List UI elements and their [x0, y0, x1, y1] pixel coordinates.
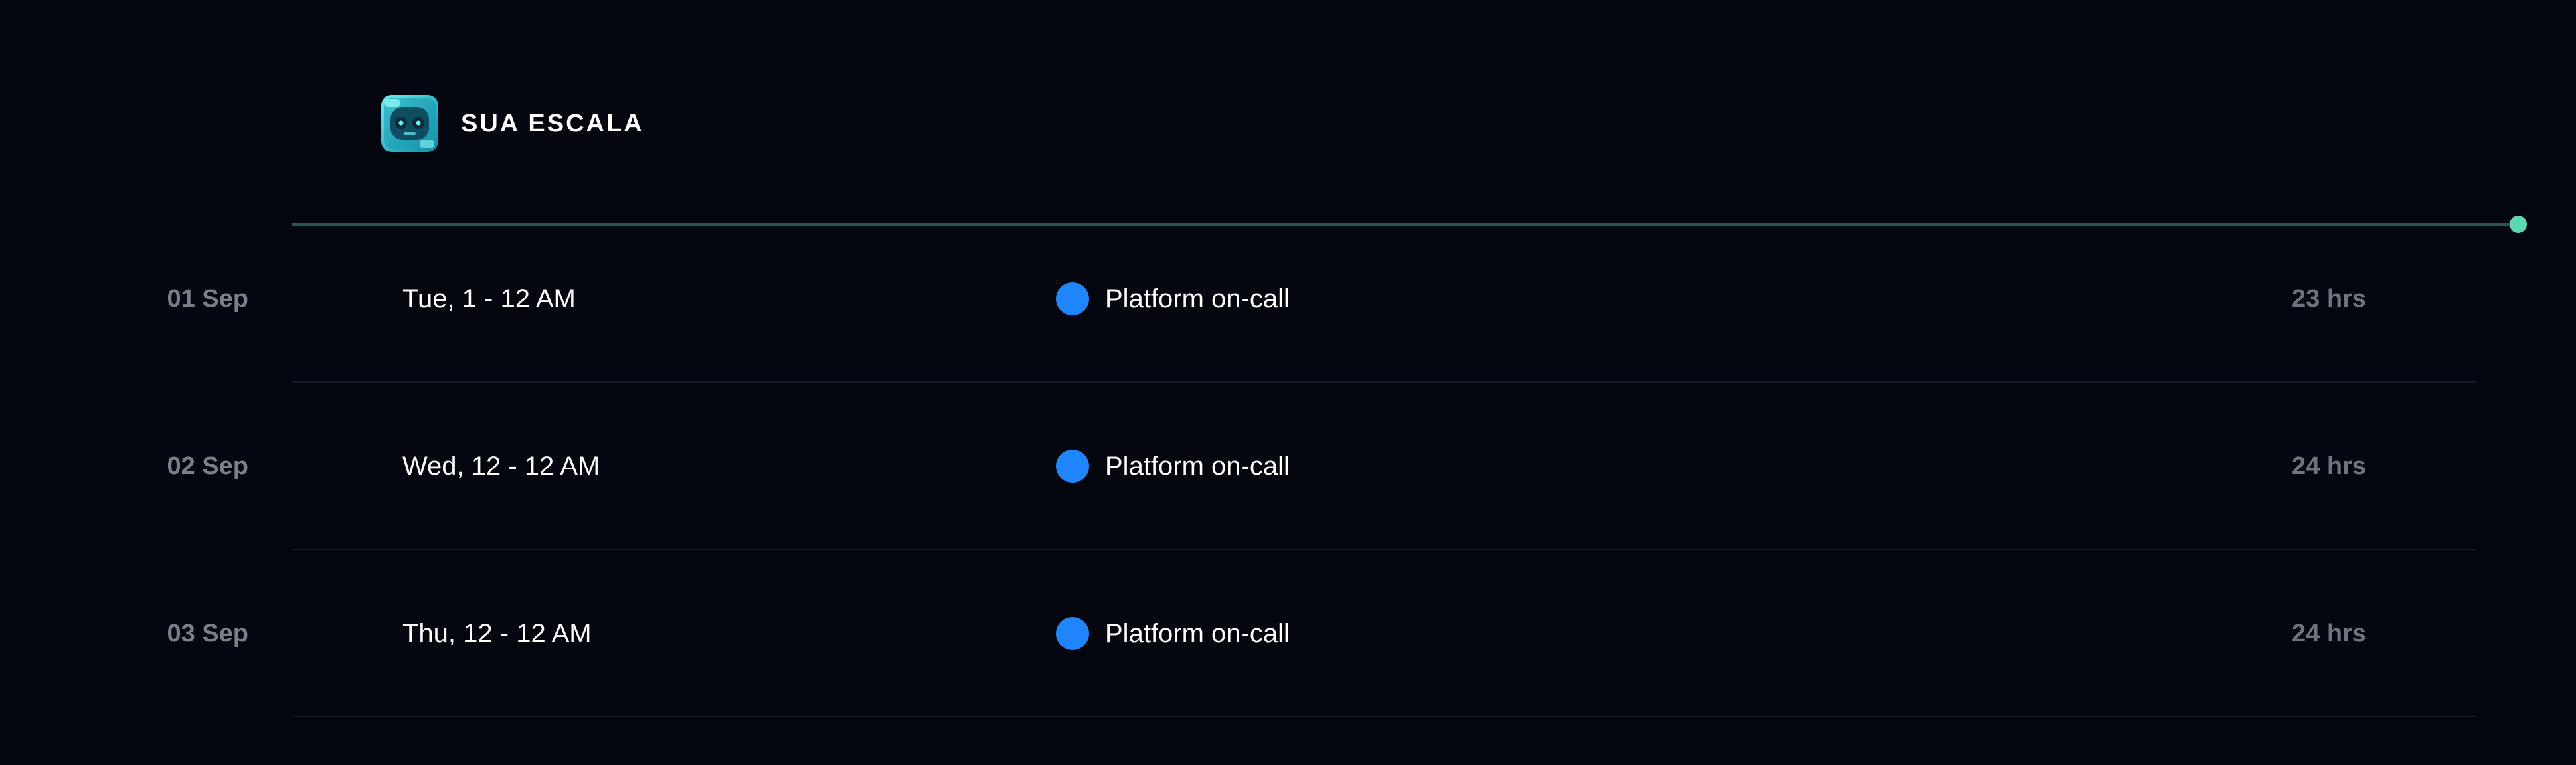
shift-color-dot-icon [1056, 617, 1089, 650]
shift-label: Platform on-call [1105, 284, 1290, 313]
schedule-header: SUA ESCALA [381, 95, 644, 152]
page-title: SUA ESCALA [461, 109, 644, 137]
row-date: 03 Sep [167, 619, 248, 647]
row-time-range: Tue, 1 - 12 AM [402, 284, 576, 313]
shift-color-dot-icon [1056, 450, 1089, 483]
row-shift: Platform on-call [1056, 215, 1290, 382]
schedule-row[interactable]: 02 Sep Wed, 12 - 12 AM Platform on-call … [0, 382, 2576, 550]
schedule-row[interactable]: 03 Sep Thu, 12 - 12 AM Platform on-call … [0, 550, 2576, 717]
row-shift: Platform on-call [1056, 382, 1290, 550]
row-date: 01 Sep [167, 284, 248, 313]
row-shift: Platform on-call [1056, 550, 1290, 717]
row-duration: 23 hrs [2292, 284, 2366, 313]
shift-color-dot-icon [1056, 282, 1089, 315]
shift-label: Platform on-call [1105, 451, 1290, 481]
shift-label: Platform on-call [1105, 618, 1290, 648]
row-duration: 24 hrs [2292, 619, 2366, 647]
schedule-row[interactable]: 01 Sep Tue, 1 - 12 AM Platform on-call 2… [0, 215, 2576, 382]
row-time-range: Thu, 12 - 12 AM [402, 618, 592, 648]
row-divider [292, 716, 2477, 717]
row-duration: 24 hrs [2292, 452, 2366, 480]
robot-avatar-icon [381, 95, 438, 152]
row-date: 02 Sep [167, 452, 248, 480]
row-time-range: Wed, 12 - 12 AM [402, 451, 600, 481]
